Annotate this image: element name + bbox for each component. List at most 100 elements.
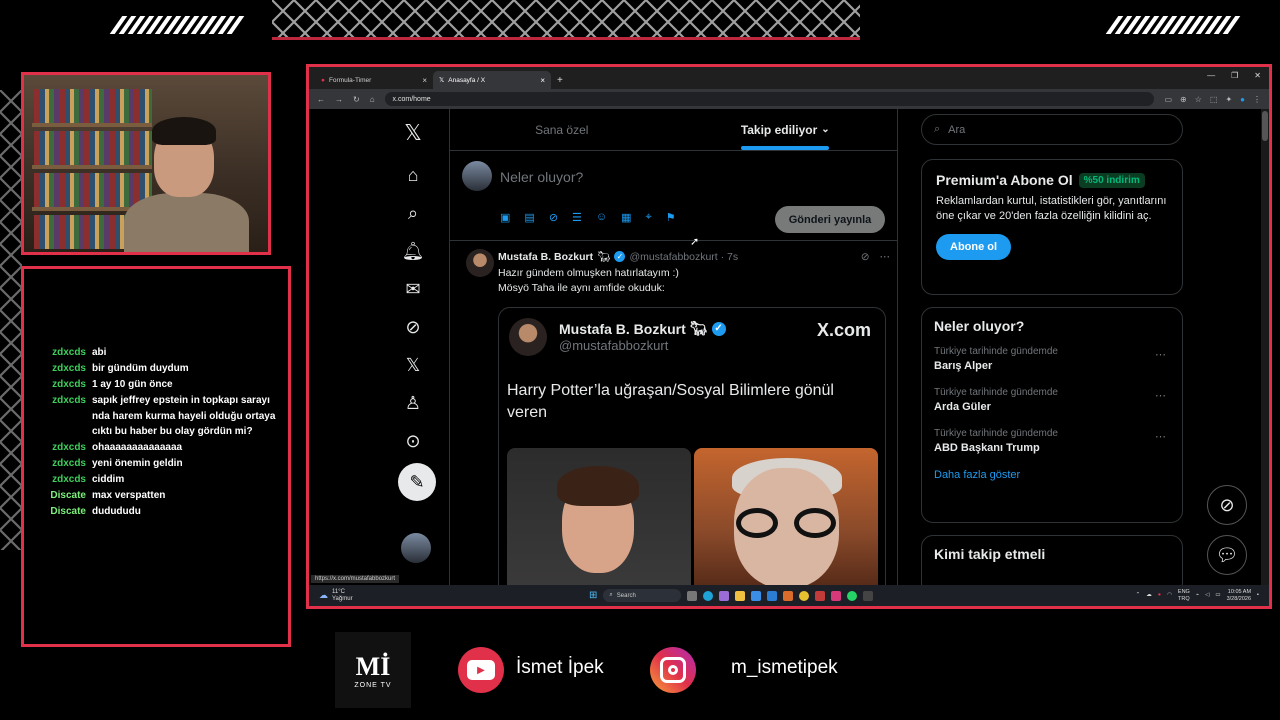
address-bar[interactable]: x.com/home [384, 92, 1155, 106]
embedded-image[interactable]: Mustafa B. Bozkurt 🐂︎ ✓ @mustafabbozkurt… [498, 307, 886, 585]
maximize-icon[interactable]: ❐ [1231, 71, 1238, 80]
trend-item[interactable]: Türkiye tarihinde gündemde Barış Alper ⋯ [934, 346, 1170, 372]
task-view-icon[interactable] [687, 590, 698, 601]
post-button[interactable]: Gönderi yayınla [775, 206, 885, 233]
language-indicator[interactable]: ENG TRQ [1178, 589, 1190, 603]
menu-icon[interactable]: ⋮ [1253, 95, 1261, 104]
chrome-icon[interactable] [799, 590, 810, 601]
tweet-avatar[interactable] [466, 249, 494, 277]
x-logo-icon[interactable]: 𝕏 [397, 117, 429, 149]
close-tab-icon[interactable]: × [422, 76, 427, 85]
profile-icon[interactable]: ● [1240, 95, 1245, 104]
chat-message: zdxcds 1 ay 10 gün önce [48, 377, 284, 393]
youtube-handle: İsmet İpek [516, 657, 604, 678]
mic-icon[interactable]: ● [1158, 592, 1161, 599]
more-options-icon[interactable]: ⋯ [1155, 430, 1166, 443]
edge-icon[interactable] [703, 590, 714, 601]
profile-nav-icon[interactable]: ♙ [397, 387, 429, 419]
search-input[interactable]: ⌕ Ara [921, 114, 1183, 145]
cast-icon[interactable]: ▭ [1164, 95, 1172, 104]
network-icon[interactable]: ⌁ [1196, 592, 1199, 599]
gif-icon[interactable]: ▤ [524, 211, 534, 224]
store-icon[interactable] [751, 590, 762, 601]
messages-icon[interactable]: ✉ [397, 273, 429, 305]
close-window-icon[interactable]: ✕ [1254, 71, 1261, 80]
show-more-link[interactable]: Daha fazla göster [934, 469, 1170, 481]
more-options-icon[interactable]: ⋯ [1155, 348, 1166, 361]
avatar[interactable] [401, 533, 431, 563]
wifi-icon[interactable]: ◠ [1167, 592, 1172, 599]
poll-icon[interactable]: ☰ [572, 211, 582, 224]
forward-icon[interactable]: → [335, 95, 343, 104]
home-icon[interactable]: ⌂ [370, 95, 375, 104]
search-icon: ⌕ [934, 123, 941, 135]
file-explorer-icon[interactable] [735, 590, 746, 601]
minimize-icon[interactable]: — [1207, 71, 1215, 80]
app-icon[interactable] [863, 590, 874, 601]
embed-logo: X.com [816, 320, 871, 340]
flag-icon[interactable]: ⚑ [666, 211, 676, 224]
chat-text: ohaaaaaaaaaaaaaa [92, 442, 183, 453]
notifications-icon[interactable]: 🔔︎ [397, 235, 429, 267]
grok-icon[interactable]: ⊘ [397, 311, 429, 343]
compose-button[interactable]: ✎ [398, 463, 436, 501]
explore-icon[interactable]: ⌕ [397, 197, 429, 229]
tab-for-you[interactable]: Sana özel [450, 109, 674, 150]
scrollbar[interactable] [1261, 109, 1269, 585]
instagram-icon[interactable] [831, 590, 842, 601]
taskbar-search[interactable]: ⌕ Search [603, 589, 682, 602]
tab-formula-timer[interactable]: ● Formula-Timer × [315, 71, 433, 89]
photos-icon[interactable] [783, 590, 794, 601]
chevron-up-icon[interactable]: ⌃ [1136, 592, 1141, 599]
chat-message: Discate max verspatten [48, 488, 284, 504]
more-icon[interactable]: ⊙ [397, 425, 429, 457]
feed-tabs: Sana özel Takip ediliyor ⌄ [450, 109, 897, 151]
notifications-tray-icon[interactable]: ▪ [1257, 592, 1259, 599]
subscribe-button[interactable]: Abone ol [936, 234, 1012, 260]
schedule-icon[interactable]: ▦ [621, 211, 631, 224]
grok-compose-icon[interactable]: ⊘ [549, 211, 558, 224]
location-icon[interactable]: ⌖ [646, 211, 652, 224]
volume-icon[interactable]: ◁ [1205, 592, 1209, 599]
trend-item[interactable]: Türkiye tarihinde gündemde Arda Güler ⋯ [934, 387, 1170, 413]
emoji-icon[interactable]: ☺ [596, 211, 607, 224]
tab-following[interactable]: Takip ediliyor ⌄ [674, 109, 898, 150]
photo-left [507, 448, 691, 585]
cloud-icon[interactable]: ☁ [1146, 592, 1152, 599]
battery-icon[interactable]: ▭ [1215, 592, 1220, 599]
grok-icon[interactable]: ⊘ [861, 251, 870, 263]
tweet-author-name[interactable]: Mustafa B. Bozkurt [498, 251, 593, 263]
reload-icon[interactable]: ↻ [353, 95, 360, 104]
weather-widget[interactable]: ☁ 11°C Yağmur [309, 589, 589, 603]
close-tab-icon[interactable]: × [540, 76, 545, 85]
app-icon[interactable] [815, 590, 826, 601]
puzzle-icon[interactable]: ✦ [1225, 95, 1232, 104]
bookmark-star-icon[interactable]: ☆ [1195, 95, 1202, 104]
new-tab-icon[interactable]: + [557, 75, 563, 86]
more-options-icon[interactable]: ⋯ [880, 251, 891, 263]
copilot-icon[interactable] [719, 590, 730, 601]
grok-fab-icon[interactable]: ⊘ [1207, 485, 1247, 525]
zoom-icon[interactable]: ⊕ [1180, 95, 1187, 104]
chat-text: sapık jeffrey epstein in topkapı sarayı … [92, 395, 276, 437]
composer-input[interactable]: Neler oluyor? [500, 169, 583, 185]
tweet-handle[interactable]: @mustafabbozkurt · 7s [629, 251, 738, 263]
chat-text: dudududu [92, 506, 141, 517]
chat-username: zdxcds [52, 379, 86, 390]
clock[interactable]: 10:05 AM 3/28/2026 [1227, 589, 1251, 603]
extension-icon[interactable]: ⬚ [1210, 95, 1218, 104]
tweet[interactable]: Mustafa B. Bozkurt 🐂︎ ✓ @mustafabbozkurt… [450, 241, 899, 585]
tab-x-home[interactable]: 𝕏 Anasayfa / X × [433, 71, 551, 89]
mail-icon[interactable] [767, 590, 778, 601]
home-nav-icon[interactable]: ⌂ [397, 159, 429, 191]
trend-item[interactable]: Türkiye tarihinde gündemde ABD Başkanı T… [934, 428, 1170, 454]
image-icon[interactable]: ▣ [500, 211, 510, 224]
chat-message: Discate dudududu [48, 504, 284, 520]
whatsapp-icon[interactable] [847, 590, 858, 601]
windows-start-icon[interactable]: ⊞ [589, 590, 597, 601]
messages-fab-icon[interactable]: 💬︎ [1207, 535, 1247, 575]
premium-icon[interactable]: 𝕏 [397, 349, 429, 381]
webcam-feed [21, 72, 271, 255]
back-icon[interactable]: ← [317, 95, 325, 104]
more-options-icon[interactable]: ⋯ [1155, 389, 1166, 402]
